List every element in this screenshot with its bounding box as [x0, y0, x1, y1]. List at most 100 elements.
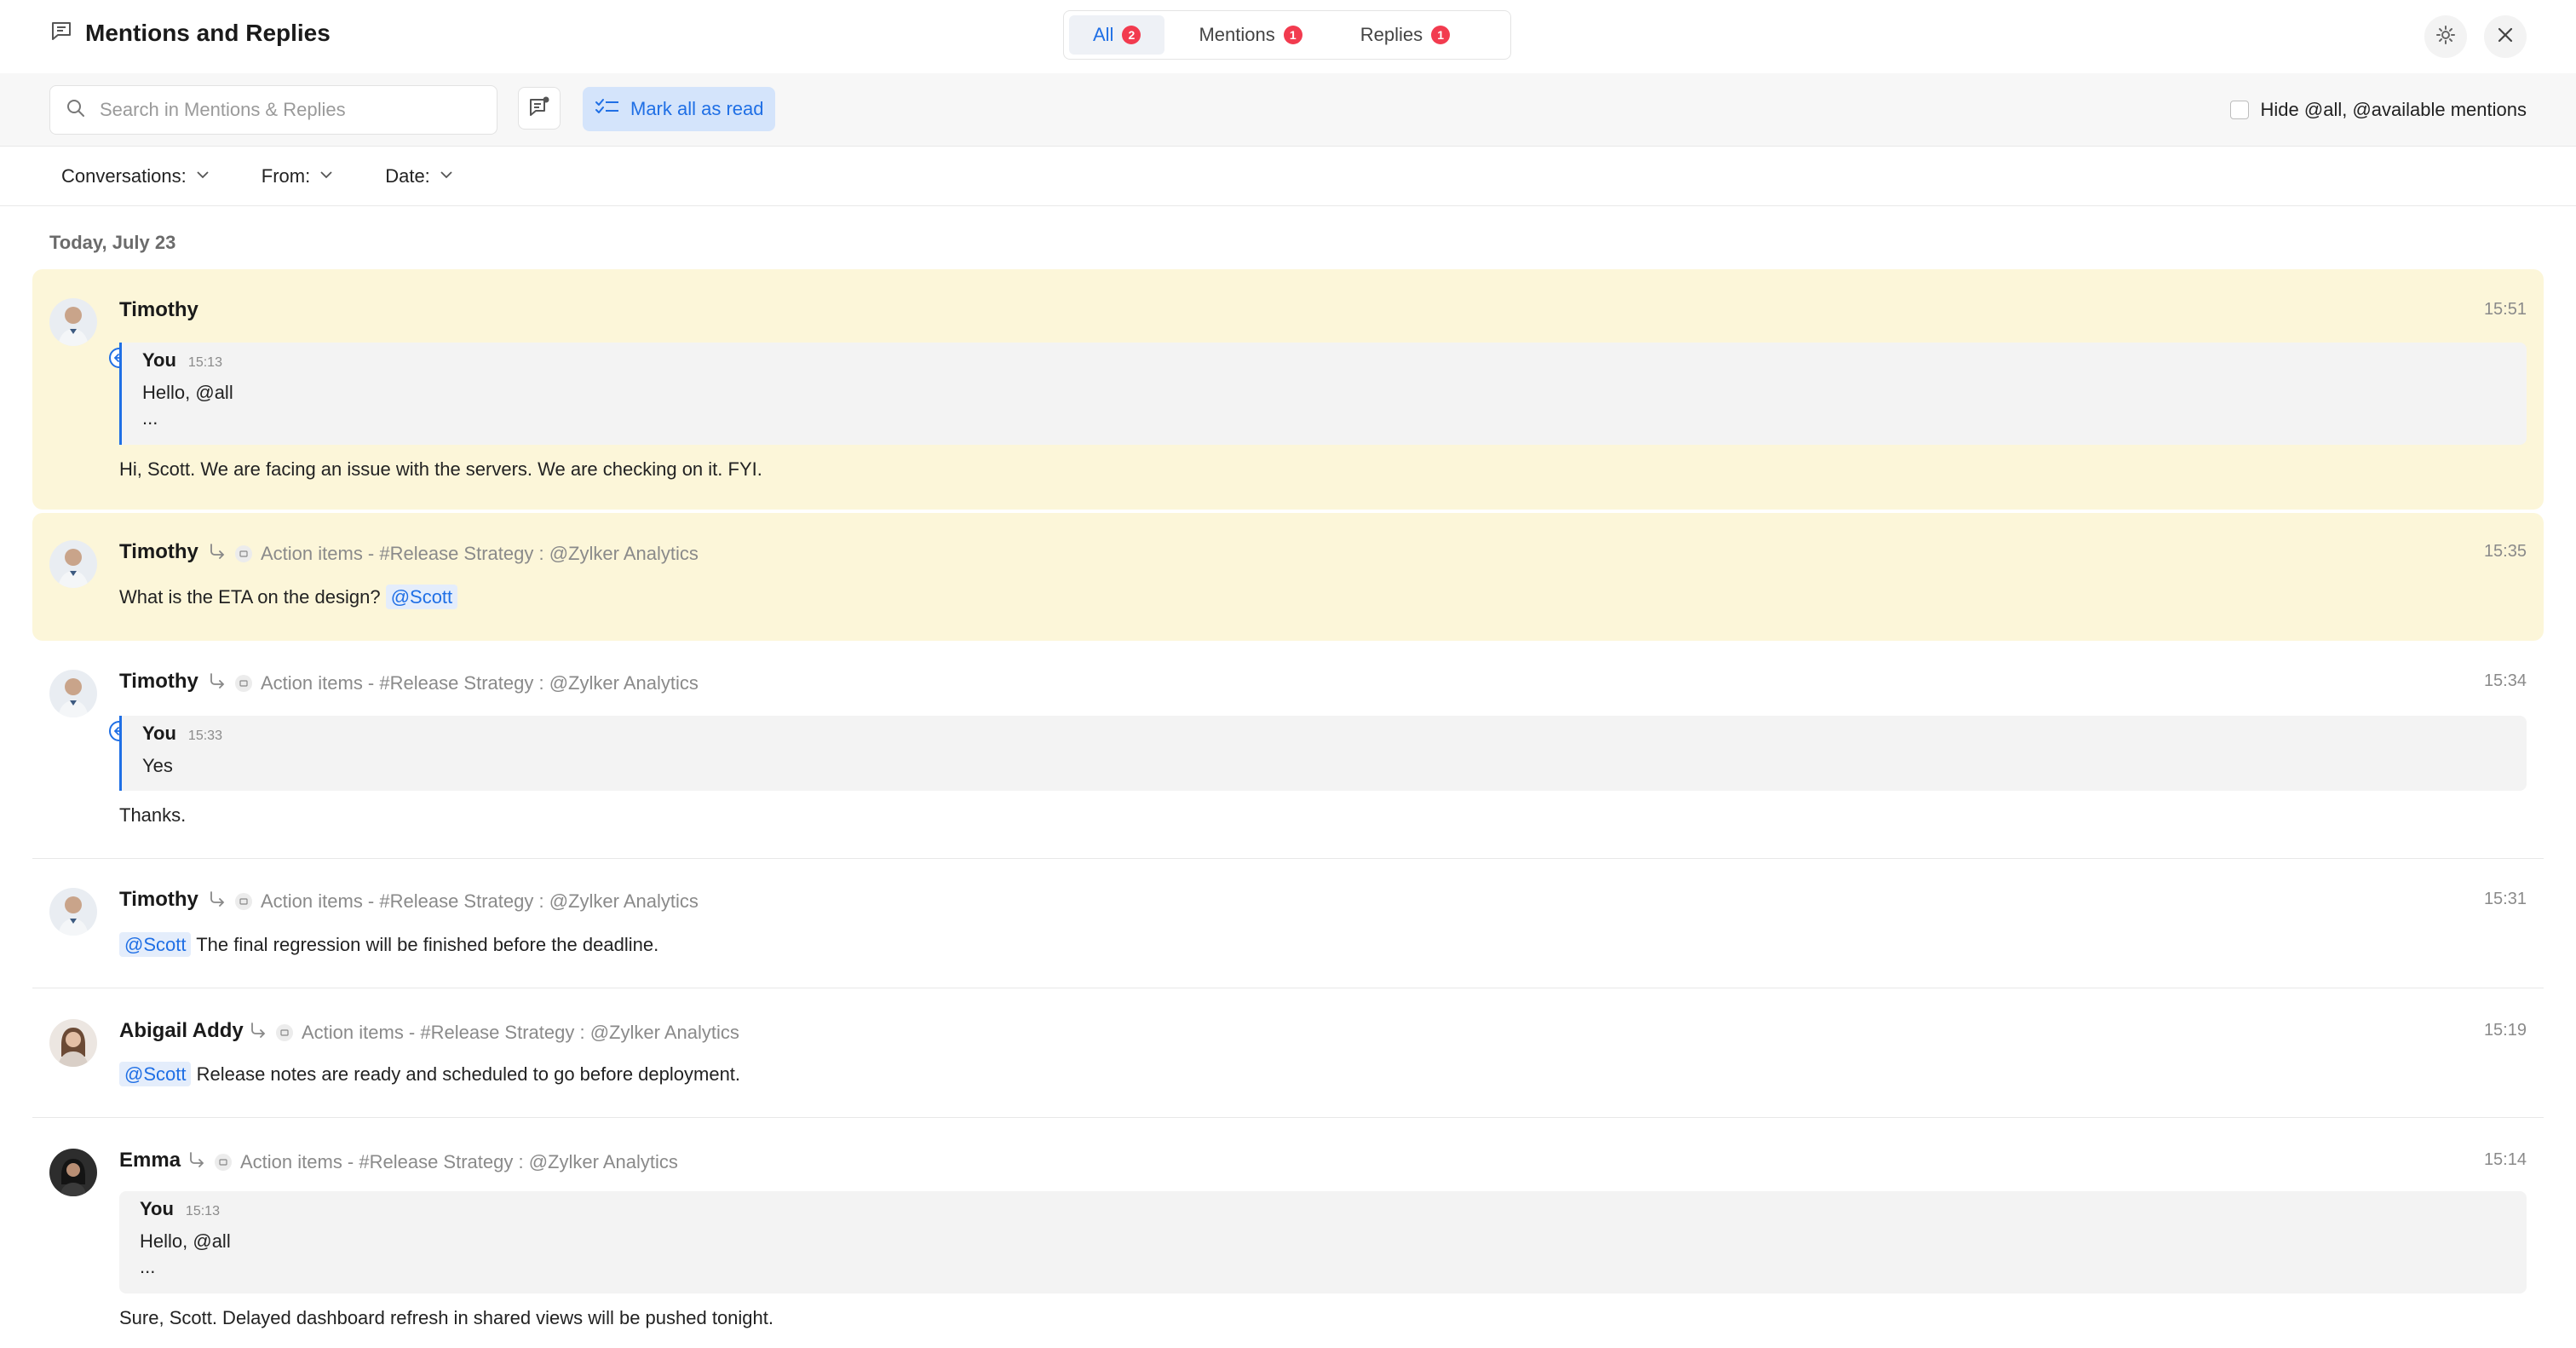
list-item[interactable]: Timothy 15:51 You 15:13 Hello, @all ... …: [32, 269, 2544, 510]
conversation-context[interactable]: Action items - #Release Strategy : @Zylk…: [249, 1021, 739, 1045]
hide-mentions-checkbox[interactable]: [2229, 101, 2249, 119]
quote-author: You: [142, 723, 176, 744]
author-name[interactable]: Timothy: [119, 540, 198, 564]
message-body: @Scott Release notes are ready and sched…: [119, 1062, 741, 1086]
context-label: Action items - #Release Strategy : @Zylk…: [261, 890, 699, 912]
channel-icon: [235, 893, 252, 910]
list-item[interactable]: Timothy Action items - #Release Strategy…: [32, 859, 2544, 988]
tab-label: Replies: [1360, 24, 1423, 45]
channel-icon: [276, 1024, 293, 1041]
quoted-message[interactable]: You 15:13 Hello, @all ...: [119, 343, 2527, 445]
search-box[interactable]: [49, 85, 497, 135]
message-time: 15:31: [2483, 890, 2527, 908]
tab-label: Mentions: [1199, 24, 1275, 45]
search-icon: [66, 98, 86, 123]
checklist-icon: [595, 97, 620, 121]
list-item[interactable]: Abigail Addy Action items - #Release Str…: [32, 988, 2544, 1118]
quote-time: 15:33: [187, 729, 222, 743]
header: Mentions and Replies All 2 Mentions 1 Re…: [0, 0, 2576, 73]
quote-text: Hello, @all: [142, 382, 233, 403]
avatar: [49, 1019, 97, 1067]
forward-arrow-icon: [208, 890, 227, 913]
channel-icon: [215, 1154, 232, 1171]
quoted-message[interactable]: You 15:13 Hello, @all ...: [119, 1191, 2527, 1293]
message-text: Release notes are ready and scheduled to…: [196, 1063, 741, 1085]
message-text: The final regression will be finished be…: [196, 934, 659, 955]
mark-all-read-label: Mark all as read: [630, 98, 764, 119]
close-icon: [2495, 25, 2516, 49]
list-item[interactable]: Timothy Action items - #Release Strategy…: [32, 513, 2544, 641]
quote-ellipsis: ...: [140, 1256, 156, 1277]
avatar: [49, 888, 97, 936]
avatar: [49, 540, 97, 588]
filter-label: Conversations:: [61, 164, 187, 187]
message-time: 15:14: [2483, 1150, 2527, 1169]
filter-bar: Conversations: From: Date:: [0, 147, 2576, 206]
message-time: 15:51: [2483, 300, 2527, 319]
message-text: What is the ETA on the design?: [119, 586, 381, 608]
conversation-context[interactable]: Action items - #Release Strategy : @Zylk…: [208, 890, 699, 913]
chevron-down-icon: [319, 165, 334, 187]
author-name[interactable]: Timothy: [119, 888, 198, 912]
toolbar: Mark all as read Hide @all, @available m…: [0, 73, 2576, 147]
conversation-context[interactable]: Action items - #Release Strategy : @Zylk…: [187, 1150, 678, 1174]
page-title: Mentions and Replies: [85, 19, 331, 46]
forward-arrow-icon: [208, 542, 227, 566]
tab-replies[interactable]: Replies 1: [1337, 15, 1474, 55]
channel-icon: [235, 675, 252, 692]
context-label: Action items - #Release Strategy : @Zylk…: [261, 672, 699, 694]
context-label: Action items - #Release Strategy : @Zylk…: [261, 543, 699, 564]
conversation-context[interactable]: Action items - #Release Strategy : @Zylk…: [208, 671, 699, 695]
close-button[interactable]: [2484, 15, 2527, 58]
filter-date[interactable]: Date:: [385, 165, 454, 187]
chevron-down-icon: [195, 165, 210, 187]
author-name[interactable]: Abigail Addy: [119, 1019, 244, 1043]
quote-text: Yes: [142, 755, 173, 776]
unread-filter-button[interactable]: [518, 87, 561, 130]
tab-label: All: [1093, 24, 1114, 45]
day-label: Today, July 23: [49, 232, 176, 253]
message-text: Thanks.: [119, 804, 187, 826]
hide-mentions-toggle[interactable]: Hide @all, @available mentions: [2229, 99, 2527, 121]
filter-conversations[interactable]: Conversations:: [61, 165, 210, 187]
context-label: Action items - #Release Strategy : @Zylk…: [240, 1151, 678, 1172]
author-name[interactable]: Emma: [119, 1149, 181, 1172]
mention-chip[interactable]: @Scott: [385, 585, 458, 609]
settings-button[interactable]: [2424, 15, 2467, 58]
list-item[interactable]: Timothy Action items - #Release Strategy…: [32, 644, 2544, 859]
author-name[interactable]: Timothy: [119, 670, 198, 694]
quoted-message[interactable]: You 15:33 Yes: [119, 716, 2527, 791]
message-time: 15:34: [2483, 671, 2527, 690]
avatar: [49, 298, 97, 346]
quote-ellipsis: ...: [142, 407, 158, 429]
channel-icon: [235, 545, 252, 562]
tab-mentions[interactable]: Mentions 1: [1175, 15, 1325, 55]
filter-from[interactable]: From:: [262, 165, 334, 187]
forward-arrow-icon: [208, 671, 227, 695]
filter-label: From:: [261, 164, 311, 187]
message-body: @Scott The final regression will be fini…: [119, 932, 659, 957]
mention-chip[interactable]: @Scott: [119, 1062, 192, 1086]
count-badge: 2: [1122, 26, 1141, 44]
author-name[interactable]: Timothy: [119, 298, 198, 322]
mark-all-read-button[interactable]: Mark all as read: [583, 87, 775, 131]
list-item[interactable]: Emma Action items - #Release Strategy : …: [32, 1118, 2544, 1348]
quote-author: You: [140, 1198, 174, 1219]
avatar: [49, 1149, 97, 1196]
message-dot-icon: [527, 95, 551, 123]
search-input[interactable]: [98, 98, 476, 122]
quote-text: Hello, @all: [140, 1230, 231, 1252]
message-text: Sure, Scott. Delayed dashboard refresh i…: [119, 1307, 773, 1328]
avatar: [49, 670, 97, 717]
forward-arrow-icon: [187, 1150, 206, 1174]
panel-title: Mentions and Replies: [49, 19, 331, 47]
quote-time: 15:13: [187, 355, 222, 370]
tab-all[interactable]: All 2: [1069, 15, 1165, 55]
quote-author: You: [142, 349, 176, 371]
chat-bubble-icon: [49, 19, 73, 47]
mention-chip[interactable]: @Scott: [119, 932, 192, 957]
message-time: 15:19: [2483, 1021, 2527, 1040]
conversation-context[interactable]: Action items - #Release Strategy : @Zylk…: [208, 542, 699, 566]
count-badge: 1: [1431, 26, 1451, 44]
message-text: Hi, Scott. We are facing an issue with t…: [119, 458, 762, 480]
